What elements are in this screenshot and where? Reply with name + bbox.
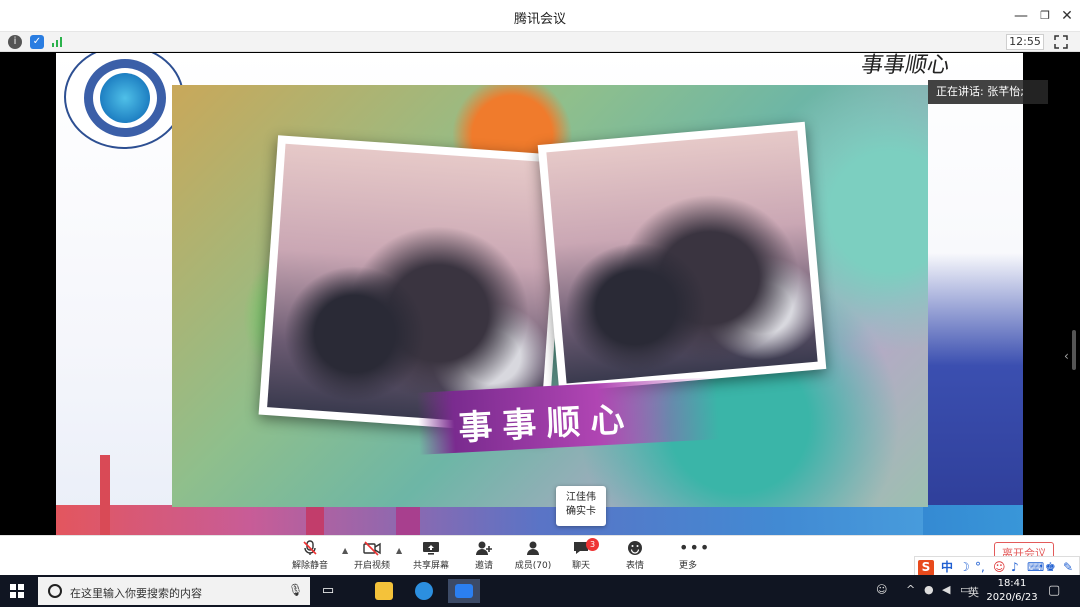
- app-window: 腾讯会议 — ❐ ✕ i ✓ 12:55 事事顺心 事事顺心 正在讲话: 张芊怡…: [0, 0, 1080, 607]
- search-placeholder: 在这里输入你要搜索的内容: [70, 587, 202, 600]
- notification-icon[interactable]: ▢: [1048, 583, 1060, 598]
- message-text: 确实卡: [566, 506, 596, 517]
- members-icon: [524, 540, 542, 556]
- tray-chevron-icon[interactable]: ^: [906, 583, 915, 596]
- punctuation-icon[interactable]: °,: [975, 560, 985, 574]
- close-icon[interactable]: ✕: [1056, 6, 1078, 26]
- speaking-indicator: 正在讲话: 张芊怡;: [928, 80, 1048, 104]
- unmute-button[interactable]: 解除静音: [280, 540, 340, 574]
- chat-message-popup[interactable]: 江佳伟 确实卡: [556, 486, 606, 526]
- info-icon[interactable]: i: [8, 35, 22, 49]
- people-icon[interactable]: ☺: [876, 583, 887, 596]
- skin-icon[interactable]: ♚: [1045, 560, 1056, 574]
- invite-icon: [475, 540, 493, 556]
- mic-muted-icon: [301, 540, 319, 556]
- title-bar: 腾讯会议 — ❐ ✕: [0, 0, 1080, 32]
- reactions-button[interactable]: 表情: [605, 540, 665, 574]
- share-screen-label: 共享屏幕: [412, 561, 449, 571]
- taskbar-clock[interactable]: 18:41 2020/6/23: [982, 577, 1042, 605]
- fullscreen-icon[interactable]: [1054, 35, 1068, 49]
- school-logo: [64, 53, 184, 149]
- signal-icon[interactable]: [52, 37, 64, 47]
- meeting-status-bar: i ✓ 12:55: [0, 32, 1080, 52]
- more-icon: •••: [679, 538, 711, 557]
- task-view-icon[interactable]: ▭: [312, 579, 344, 603]
- speaker-icon[interactable]: ◀: [942, 583, 950, 596]
- moon-icon[interactable]: ☽: [959, 560, 970, 574]
- volume-slider[interactable]: [1072, 330, 1076, 370]
- meeting-toolbar: 解除静音 ▲ 开启视频 ▲ 共享屏幕 邀请 成员(70) 3 聊天 表情 •••…: [0, 535, 1080, 578]
- windows-taskbar: 在这里输入你要搜索的内容 🎙 ▭ ☺ ^ ● ◀ ▭ 英 18:41 2020/…: [0, 575, 1080, 607]
- mic-ime-icon[interactable]: ♪: [1011, 560, 1019, 574]
- restore-icon[interactable]: ❐: [1034, 6, 1056, 26]
- more-button[interactable]: ••• 更多: [658, 540, 718, 574]
- microphone-icon[interactable]: 🎙: [288, 583, 303, 597]
- emoji-ime-icon[interactable]: ☺: [993, 560, 1006, 574]
- ime-chinese-mode[interactable]: 中: [941, 560, 953, 574]
- keyboard-icon[interactable]: ⌨: [1027, 560, 1044, 574]
- crowd-silhouette: [923, 253, 1023, 535]
- shared-screen-video: 事事顺心 事事顺心 正在讲话: 张芊怡; ‹: [0, 53, 1080, 535]
- unmute-label: 解除静音: [291, 561, 328, 571]
- share-screen-button[interactable]: 共享屏幕: [401, 540, 461, 574]
- clock-date: 2020/6/23: [986, 592, 1038, 603]
- photo-collage: 事事顺心: [172, 85, 928, 507]
- tencent-meeting-taskbar-icon[interactable]: [448, 579, 480, 603]
- ime-indicator[interactable]: 英: [968, 584, 979, 600]
- reactions-label: 表情: [625, 561, 644, 571]
- message-sender: 江佳伟: [566, 492, 596, 503]
- clock-time: 18:41: [997, 578, 1027, 589]
- start-video-label: 开启视频: [353, 561, 390, 571]
- app-icon-360-browser[interactable]: [368, 579, 400, 603]
- start-video-button[interactable]: 开启视频: [342, 540, 402, 574]
- emoji-icon: [626, 540, 644, 556]
- tools-icon[interactable]: ✎: [1063, 560, 1073, 574]
- minimize-icon[interactable]: —: [1010, 6, 1032, 26]
- taskbar-search-box[interactable]: 在这里输入你要搜索的内容 🎙: [38, 577, 310, 605]
- photo-right: [537, 121, 827, 393]
- window-title: 腾讯会议: [513, 12, 566, 27]
- shield-icon[interactable]: ✓: [30, 35, 44, 49]
- chat-unread-badge: 3: [586, 538, 599, 551]
- ie-browser-icon[interactable]: [408, 579, 440, 603]
- sogou-icon[interactable]: S: [918, 560, 934, 576]
- cortana-icon: [48, 584, 62, 598]
- meeting-timer: 12:55: [1006, 34, 1044, 50]
- camera-off-icon: [363, 540, 381, 556]
- share-screen-icon: [422, 540, 440, 556]
- more-label: 更多: [678, 561, 697, 571]
- slide-caption: 事事顺心: [457, 399, 636, 449]
- chat-button[interactable]: 3 聊天: [551, 538, 611, 574]
- city-skyline: [56, 505, 1023, 535]
- chat-label: 聊天: [571, 561, 590, 571]
- slide-background: 事事顺心 事事顺心: [56, 53, 1023, 535]
- windows-start-icon[interactable]: [10, 584, 24, 598]
- tray-app-icon[interactable]: ●: [924, 583, 934, 596]
